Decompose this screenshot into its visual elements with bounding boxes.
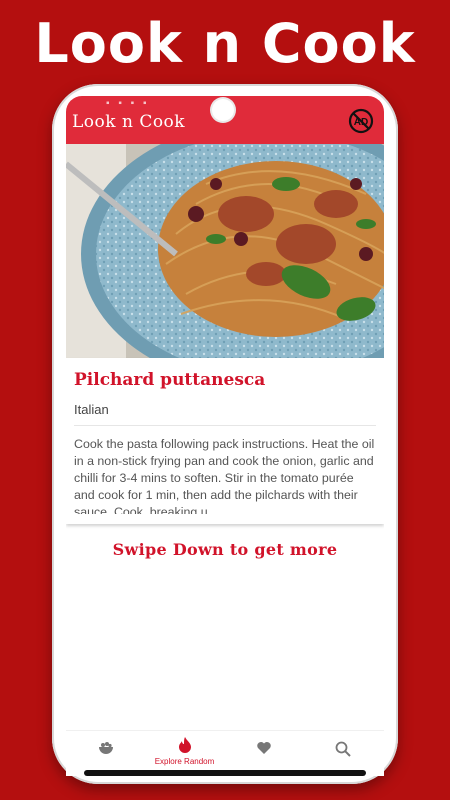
recipe-instructions: Cook the pasta following pack instructio… [74, 437, 375, 514]
status-bar-icons: ▪ ▪ ▪ ▪ [106, 98, 150, 109]
nav-explore-random-label: Explore Random [154, 757, 215, 766]
recipe-title: Pilchard puttanesca [74, 370, 266, 390]
remove-ads-button[interactable]: AD [348, 108, 374, 134]
app-bar: ▪ ▪ ▪ ▪ Look n Cook AD [66, 96, 384, 144]
search-icon [335, 741, 351, 757]
fire-icon [178, 737, 191, 753]
nav-home[interactable] [66, 731, 145, 773]
recipe-cuisine: Italian [74, 402, 109, 417]
nav-explore-random[interactable]: Explore Random [145, 731, 224, 773]
app-screen: ▪ ▪ ▪ ▪ Look n Cook AD [66, 96, 384, 776]
bottom-navigation: Explore Random [66, 730, 384, 773]
nav-favorites[interactable] [224, 731, 303, 773]
promo-title: Look n Cook [34, 12, 416, 75]
phone-bottom-bezel [84, 770, 366, 776]
heart-icon [256, 742, 271, 754]
divider [74, 425, 376, 426]
recipe-card[interactable]: Pilchard puttanesca Italian Cook the pas… [66, 358, 384, 524]
bowl-icon [98, 742, 113, 754]
no-ad-icon: AD [348, 108, 374, 134]
app-title: Look n Cook [72, 112, 186, 132]
recipe-image[interactable] [66, 144, 384, 358]
pasta-dish-image [66, 144, 384, 358]
nav-search[interactable] [303, 731, 382, 773]
camera-notch [212, 99, 234, 121]
swipe-hint: Swipe Down to get more [112, 540, 338, 559]
